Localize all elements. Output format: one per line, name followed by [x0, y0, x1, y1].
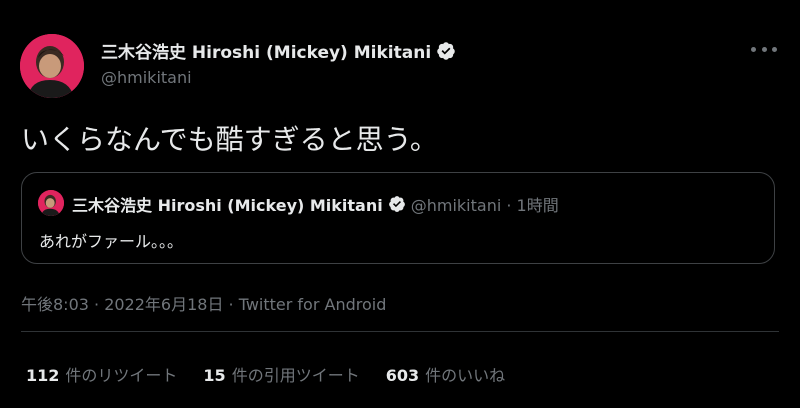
tweet-text: いくらなんでも酷すぎると思う。: [21, 123, 438, 156]
author-name[interactable]: 三木谷浩史 Hiroshi (Mickey) Mikitani: [101, 38, 431, 63]
quoted-meta[interactable]: @hmikitani · 1時間: [411, 192, 559, 216]
author-avatar[interactable]: [20, 34, 84, 98]
quoted-tweet-text: あれがファール。。。: [39, 232, 184, 251]
stat-label: 件のいいね: [425, 366, 506, 385]
quote-tweets-stat[interactable]: 15 件の引用ツイート: [203, 362, 359, 386]
stat-count: 15: [203, 366, 226, 385]
more-options-icon[interactable]: [751, 38, 777, 60]
verified-badge-icon: [437, 41, 455, 60]
engagement-stats: 112 件のリツイート 15 件の引用ツイート 603 件のいいね: [26, 362, 531, 386]
stat-label: 件の引用ツイート: [231, 366, 360, 385]
quoted-author-name[interactable]: 三木谷浩史 Hiroshi (Mickey) Mikitani: [72, 192, 383, 216]
stat-count: 603: [385, 366, 420, 385]
author-name-row[interactable]: 三木谷浩史 Hiroshi (Mickey) Mikitani: [101, 38, 456, 63]
avatar-icon: [20, 34, 84, 98]
tweet-timestamp[interactable]: 午後8:03 · 2022年6月18日 · Twitter for Androi…: [21, 291, 386, 315]
stat-count: 112: [26, 366, 60, 385]
quoted-tweet-header: 三木谷浩史 Hiroshi (Mickey) Mikitani @hmikita…: [72, 192, 559, 216]
avatar-icon: [38, 190, 64, 216]
author-handle[interactable]: @hmikitani: [101, 68, 192, 87]
stat-label: 件のリツイート: [65, 366, 178, 385]
likes-stat[interactable]: 603 件のいいね: [386, 362, 505, 386]
quoted-tweet-card[interactable]: 三木谷浩史 Hiroshi (Mickey) Mikitani @hmikita…: [21, 172, 775, 264]
quoted-avatar[interactable]: [38, 190, 64, 216]
divider: [21, 331, 779, 332]
retweets-stat[interactable]: 112 件のリツイート: [26, 362, 177, 386]
verified-badge-icon: [388, 196, 405, 212]
